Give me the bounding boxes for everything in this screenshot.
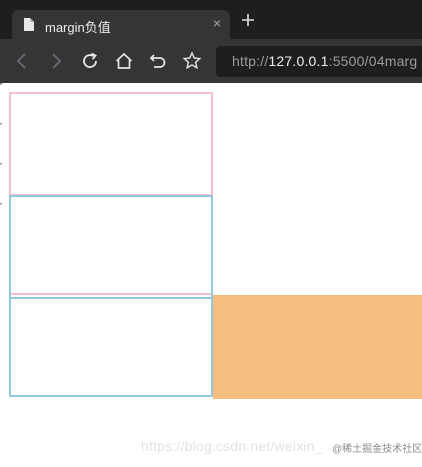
blue-box-middle (9, 195, 213, 299)
close-icon[interactable]: × (213, 15, 221, 31)
address-scheme: http:// (232, 53, 269, 69)
plus-icon[interactable] (240, 12, 256, 28)
address-text: http://127.0.0.1:5500/04marg (232, 53, 417, 69)
address-path: :5500/04marg (328, 53, 418, 69)
pink-box-top (9, 92, 213, 196)
tab-title: margin负值 (45, 20, 111, 35)
navigation-toolbar: http://127.0.0.1:5500/04marg (0, 39, 422, 83)
browser-window: margin负值 × http://127.0.0.1:5500/04marg (0, 0, 422, 467)
blue-box-bottom (9, 293, 213, 397)
watermark-url: https://blog.csdn.net/weixin_ (141, 438, 323, 454)
address-bar[interactable]: http://127.0.0.1:5500/04marg (216, 46, 422, 77)
address-host: 127.0.0.1 (268, 53, 329, 69)
page-icon (24, 18, 34, 31)
undo-icon[interactable] (148, 51, 168, 71)
home-icon[interactable] (114, 51, 134, 71)
left-edge-marks (0, 83, 2, 205)
tab-margin[interactable]: margin负值 × (12, 10, 230, 39)
reload-icon[interactable] (80, 51, 100, 71)
tab-strip: margin负值 × (0, 0, 422, 39)
page-viewport: https://blog.csdn.net/weixin_ @稀土掘金技术社区 (0, 83, 422, 467)
back-arrow-icon[interactable] (12, 51, 32, 71)
orange-block (213, 295, 422, 399)
star-icon[interactable] (182, 51, 202, 71)
forward-arrow-icon[interactable] (46, 51, 66, 71)
watermark-badge: @稀土掘金技术社区 (330, 440, 422, 455)
